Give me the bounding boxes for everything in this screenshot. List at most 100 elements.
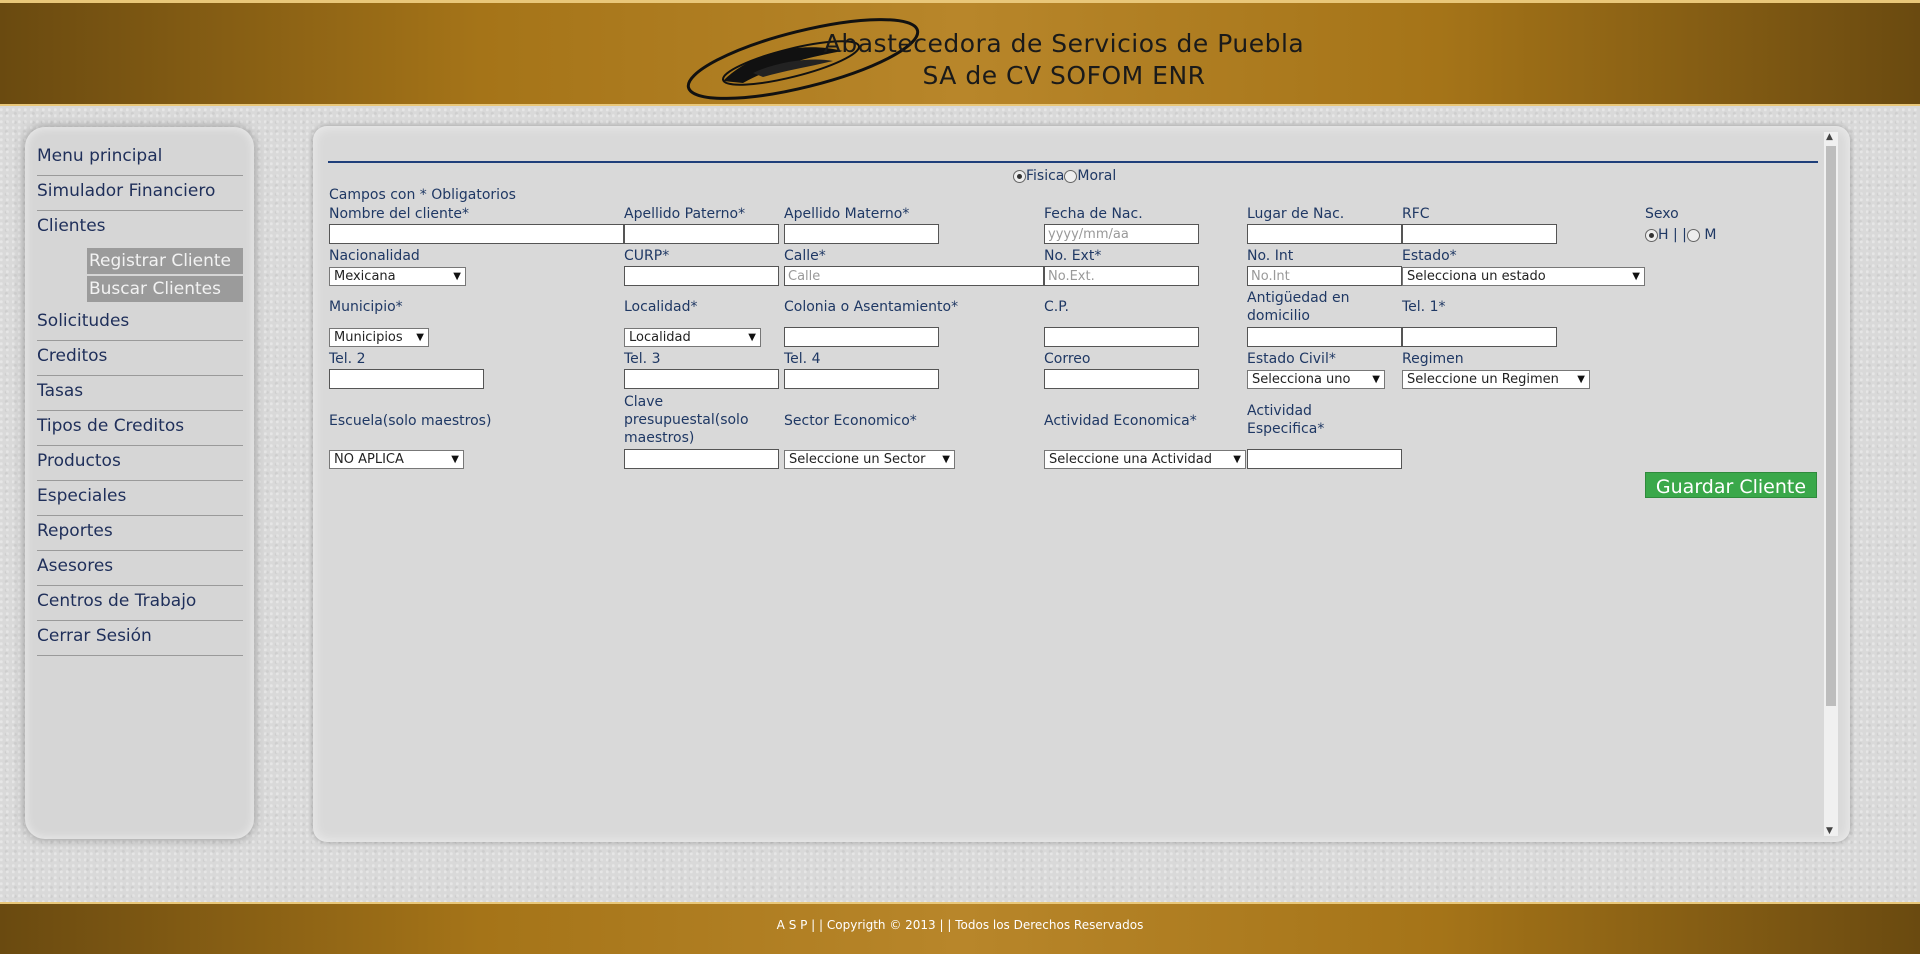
scroll-up-arrow-icon[interactable]: ▲ (1826, 132, 1833, 142)
nombre-input[interactable] (329, 224, 624, 244)
vertical-scrollbar[interactable]: ▲ ▼ (1824, 132, 1838, 836)
dropdown-arrow-icon: ▼ (748, 332, 756, 343)
estado-civil-select[interactable]: Selecciona uno ▼ (1247, 370, 1385, 389)
label-actividad: Actividad Economica* (1044, 413, 1197, 429)
label-lugar-nac: Lugar de Nac. (1247, 206, 1345, 222)
label-regimen: Regimen (1402, 351, 1464, 367)
scroll-down-arrow-icon[interactable]: ▼ (1826, 826, 1833, 836)
sidebar-item-reportes[interactable]: Reportes (37, 516, 243, 551)
sidebar: Menu principal Simulador Financiero Clie… (25, 127, 254, 839)
apellido-paterno-input[interactable] (624, 224, 779, 244)
no-int-input[interactable] (1247, 266, 1402, 286)
person-type-group: Fisica Moral (1013, 167, 1116, 185)
label-tel2: Tel. 2 (329, 351, 366, 367)
sidebar-item-asesores[interactable]: Asesores (37, 551, 243, 586)
sidebar-menu: Menu principal Simulador Financiero Clie… (37, 141, 243, 656)
apellido-materno-input[interactable] (784, 224, 939, 244)
lugar-nac-input[interactable] (1247, 224, 1402, 244)
label-clave-presupuestal: Clave presupuestal(solo maestros) (624, 394, 749, 446)
footer-copyright: A S P | | Copyrigth © 2013 | | Todos los… (776, 918, 1144, 932)
escuela-select-value: NO APLICA (334, 452, 404, 467)
dropdown-arrow-icon: ▼ (451, 454, 459, 465)
sidebar-item-clientes[interactable]: Clientes (37, 211, 243, 246)
label-correo: Correo (1044, 351, 1091, 367)
dropdown-arrow-icon: ▼ (1372, 374, 1380, 385)
radio-sexo-h-label: H (1658, 227, 1669, 243)
no-ext-input[interactable] (1044, 266, 1199, 286)
label-no-int: No. Int (1247, 248, 1294, 264)
estado-select[interactable]: Selecciona un estado ▼ (1402, 267, 1645, 286)
regimen-select[interactable]: Seleccione un Regimen ▼ (1402, 370, 1590, 389)
tel4-input[interactable] (784, 369, 939, 389)
fecha-nac-input[interactable] (1044, 224, 1199, 244)
dropdown-arrow-icon: ▼ (1233, 454, 1241, 465)
sector-select[interactable]: Seleccione un Sector ▼ (784, 450, 955, 469)
cp-input[interactable] (1044, 327, 1199, 347)
curp-input[interactable] (624, 266, 779, 286)
radio-fisica[interactable] (1013, 169, 1026, 183)
estado-civil-select-value: Selecciona uno (1252, 372, 1351, 387)
sidebar-item-tipos-creditos[interactable]: Tipos de Creditos (37, 411, 243, 446)
dropdown-arrow-icon: ▼ (416, 332, 424, 343)
sidebar-item-creditos[interactable]: Creditos (37, 341, 243, 376)
label-tel1: Tel. 1* (1402, 299, 1446, 315)
actividad-especifica-input[interactable] (1247, 449, 1402, 469)
submenu-item-registrar-cliente[interactable]: Registrar Cliente (87, 248, 243, 274)
sidebar-item-menu-principal[interactable]: Menu principal (37, 141, 243, 176)
label-rfc: RFC (1402, 206, 1430, 222)
sidebar-item-solicitudes[interactable]: Solicitudes (37, 306, 243, 341)
nacionalidad-select[interactable]: Mexicana ▼ (329, 267, 466, 286)
nacionalidad-select-value: Mexicana (334, 269, 396, 284)
label-calle: Calle* (784, 248, 826, 264)
escuela-select[interactable]: NO APLICA ▼ (329, 450, 464, 469)
sidebar-item-simulador[interactable]: Simulador Financiero (37, 176, 243, 211)
label-tel4: Tel. 4 (784, 351, 821, 367)
sidebar-item-cerrar-sesion[interactable]: Cerrar Sesión (37, 621, 243, 656)
radio-sexo-m-label: M (1704, 227, 1717, 243)
sidebar-item-centros-trabajo[interactable]: Centros de Trabajo (37, 586, 243, 621)
sidebar-item-tasas[interactable]: Tasas (37, 376, 243, 411)
header-divider (328, 161, 1818, 163)
label-tel3: Tel. 3 (624, 351, 661, 367)
calle-input[interactable] (784, 266, 1044, 286)
label-fecha-nac: Fecha de Nac. (1044, 206, 1143, 222)
label-curp: CURP* (624, 248, 670, 264)
clientes-submenu: Registrar Cliente Buscar Clientes (37, 246, 243, 306)
correo-input[interactable] (1044, 369, 1199, 389)
label-localidad: Localidad* (624, 299, 698, 315)
label-municipio: Municipio* (329, 299, 403, 315)
company-name-line2: SA de CV SOFOM ENR (922, 61, 1206, 90)
regimen-select-value: Seleccione un Regimen (1407, 372, 1559, 387)
colonia-input[interactable] (784, 327, 939, 347)
label-escuela: Escuela(solo maestros) (329, 413, 492, 429)
label-cp: C.P. (1044, 299, 1069, 315)
clave-presupuestal-input[interactable] (624, 449, 779, 469)
footer-bar: A S P | | Copyrigth © 2013 | | Todos los… (0, 902, 1920, 954)
tel2-input[interactable] (329, 369, 484, 389)
dropdown-arrow-icon: ▼ (453, 271, 461, 282)
sidebar-item-productos[interactable]: Productos (37, 446, 243, 481)
actividad-select[interactable]: Seleccione una Actividad ▼ (1044, 450, 1246, 469)
municipio-select[interactable]: Municipios ▼ (329, 328, 429, 347)
tel3-input[interactable] (624, 369, 779, 389)
sexo-group: H | | M (1645, 226, 1716, 244)
scroll-thumb[interactable] (1826, 146, 1836, 706)
municipio-select-value: Municipios (334, 330, 403, 345)
label-nacionalidad: Nacionalidad (329, 248, 420, 264)
label-sexo: Sexo (1645, 206, 1679, 222)
company-logo (686, 18, 920, 100)
sidebar-item-especiales[interactable]: Especiales (37, 481, 243, 516)
actividad-select-value: Seleccione una Actividad (1049, 452, 1212, 467)
rfc-input[interactable] (1402, 224, 1557, 244)
radio-sexo-m[interactable] (1686, 228, 1700, 242)
label-nombre: Nombre del cliente* (329, 206, 469, 222)
radio-moral[interactable] (1064, 169, 1078, 183)
antiguedad-input[interactable] (1247, 327, 1402, 347)
localidad-select[interactable]: Localidad ▼ (624, 328, 761, 347)
guardar-cliente-button[interactable]: Guardar Cliente (1645, 472, 1817, 498)
required-note: Campos con * Obligatorios (329, 187, 516, 203)
radio-sexo-h[interactable] (1645, 228, 1658, 242)
tel1-input[interactable] (1402, 327, 1557, 347)
submenu-item-buscar-clientes[interactable]: Buscar Clientes (87, 276, 243, 302)
label-estado-civil: Estado Civil* (1247, 351, 1336, 367)
